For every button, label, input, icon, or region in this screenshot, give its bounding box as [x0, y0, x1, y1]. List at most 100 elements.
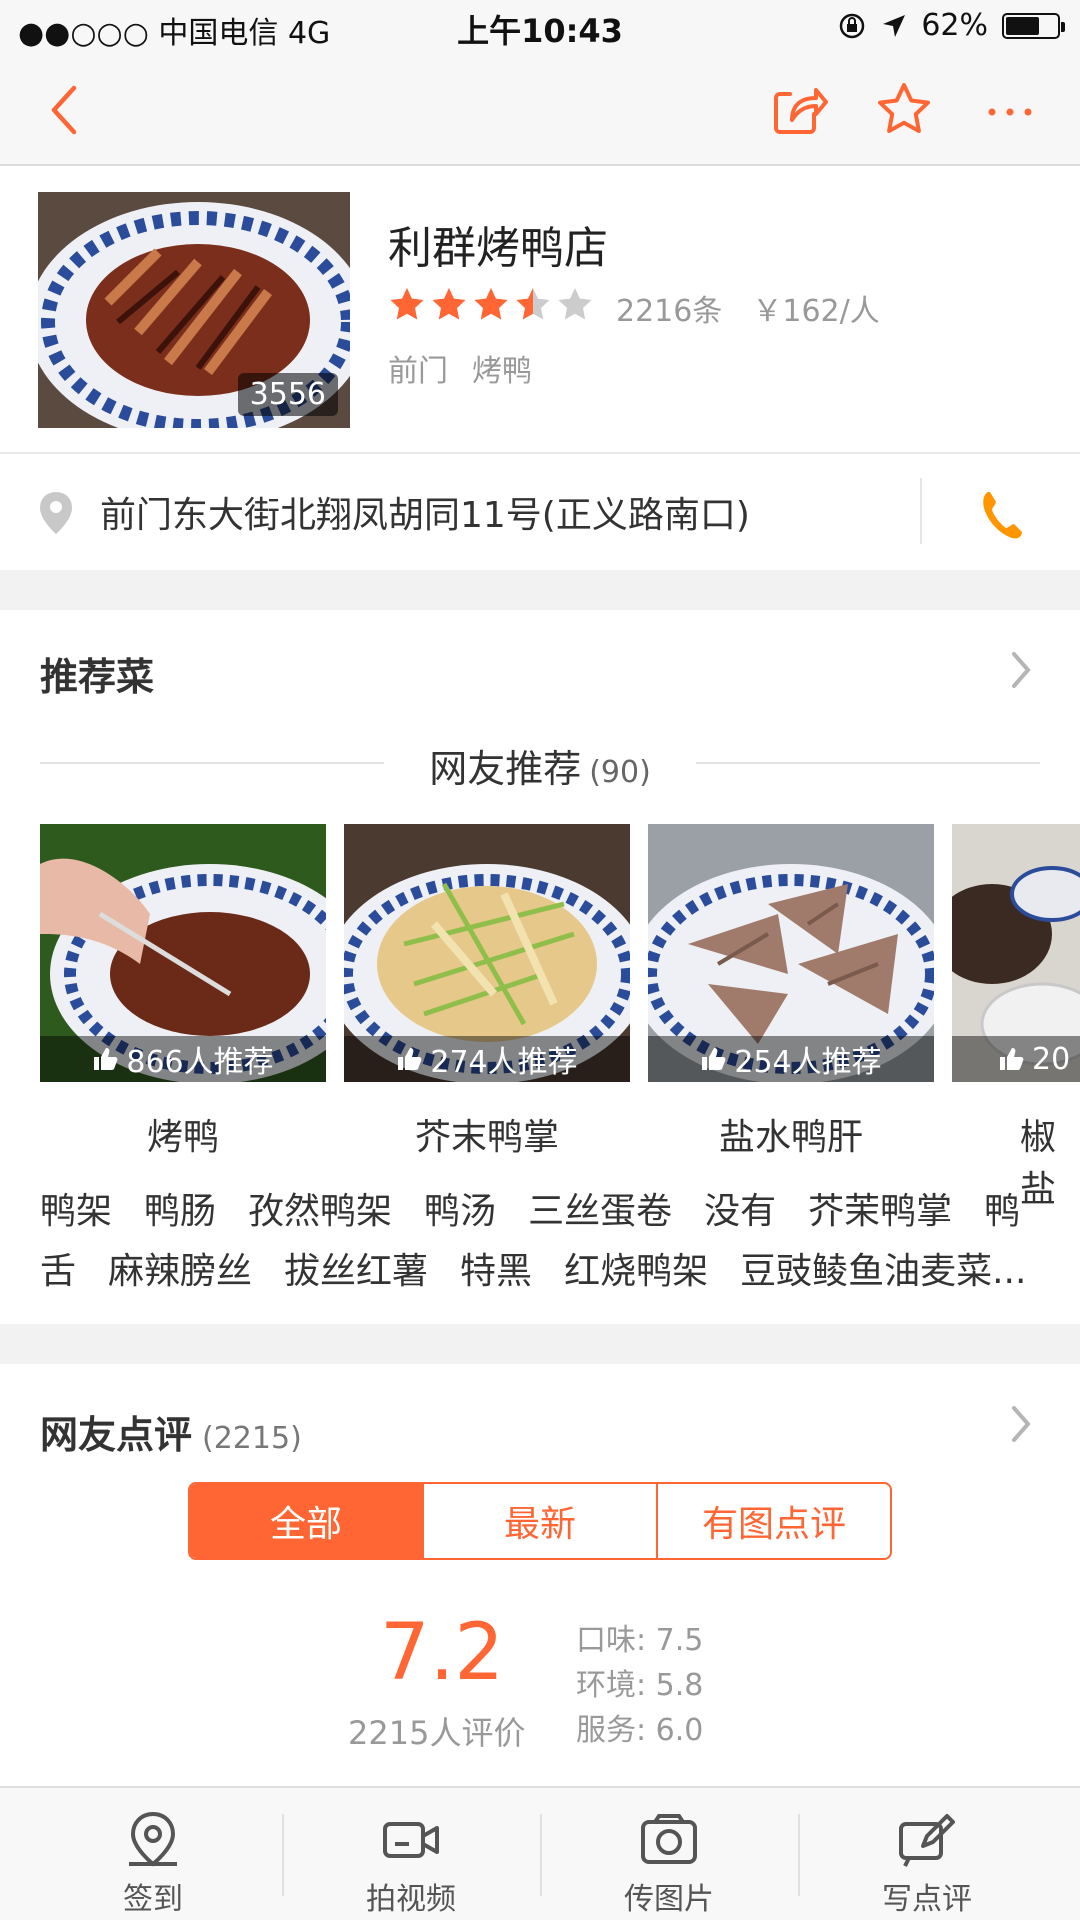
review-count: 2216条 [616, 294, 723, 329]
dish-tag[interactable]: 鸭汤 [424, 1182, 496, 1234]
video-camera-icon [383, 1822, 439, 1858]
write-review-label: 写点评 [882, 1882, 972, 1917]
shop-photo[interactable]: 3556 [38, 192, 350, 428]
checkin-button[interactable]: 签到 [24, 1788, 282, 1920]
dish-tag[interactable]: 红烧鸭架 [564, 1242, 708, 1294]
dish-card[interactable]: 254人推荐 [648, 824, 934, 1082]
share-icon[interactable] [770, 80, 830, 140]
like-count: 254人推荐 [734, 1045, 882, 1080]
dish-tag[interactable]: 拔丝红薯 [284, 1242, 428, 1294]
rater-count: 2215人评价 [348, 1714, 526, 1752]
record-video-label: 拍视频 [366, 1882, 456, 1917]
nav-bar [0, 54, 1080, 166]
avg-price: ￥162/人 [752, 294, 880, 329]
thumbs-up-icon [702, 1048, 726, 1070]
dish-tag[interactable]: 豆豉鲮鱼油麦菜... [740, 1242, 1026, 1294]
star-filled-icon [390, 288, 424, 320]
dish-tag[interactable]: 孜然鸭架 [248, 1182, 392, 1234]
environment-score: 环境: 5.8 [576, 1668, 704, 1703]
dish-name: 芥末鸭掌 [414, 1117, 559, 1158]
battery-percent: 62% [921, 8, 988, 43]
star-half-icon [516, 288, 550, 320]
battery-icon [1002, 12, 1065, 39]
section-gap [0, 570, 1080, 610]
filter-tab-latest[interactable]: 最新 [422, 1484, 656, 1558]
photo-camera-icon [641, 1814, 697, 1864]
dish-tag[interactable]: 没有 [704, 1182, 776, 1234]
dish-card[interactable]: 866人推荐 [40, 824, 326, 1082]
photo-count: 3556 [237, 373, 338, 416]
dish-tag[interactable]: 鸭肠 [144, 1182, 216, 1234]
dish-tag[interactable]: 舌 [40, 1242, 76, 1294]
dish-name: 烤鸭 [146, 1117, 219, 1158]
thumbs-up-icon [398, 1048, 422, 1070]
taste-score: 口味: 7.5 [576, 1623, 704, 1658]
reviews-count: (2215) [202, 1421, 302, 1456]
divider [920, 478, 922, 544]
shop-name: 利群烤鸭店 [388, 223, 608, 274]
like-bar: 20 [952, 1036, 1080, 1082]
service-score: 服务: 6.0 [576, 1713, 704, 1748]
chevron-right-icon[interactable] [1008, 1404, 1034, 1444]
like-bar: 254人推荐 [648, 1036, 934, 1082]
location-arrow-icon [883, 14, 906, 37]
star-filled-icon [432, 288, 466, 320]
star-filled-icon [474, 288, 508, 320]
star-outline-icon[interactable] [874, 80, 934, 140]
filter-tab-all[interactable]: 全部 [190, 1484, 422, 1558]
upload-photo-button[interactable]: 传图片 [540, 1788, 798, 1920]
dish-tag[interactable]: 鸭架 [40, 1182, 112, 1234]
dish-tag[interactable]: 三丝蛋卷 [528, 1182, 672, 1234]
district-tag: 前门 [388, 354, 448, 389]
dish-card[interactable]: 274人推荐 [344, 824, 630, 1082]
rotation-lock-icon [840, 13, 865, 38]
section-gap [0, 1324, 1080, 1364]
record-video-button[interactable]: 拍视频 [282, 1788, 540, 1920]
like-count: 274人推荐 [430, 1045, 578, 1080]
recommended-title[interactable]: 推荐菜 [40, 646, 154, 701]
user-recommend-heading: 网友推荐 (90) [0, 738, 1080, 793]
dish-card[interactable]: 20 [952, 824, 1080, 1082]
user-recommend-label: 网友推荐 [429, 747, 582, 791]
phone-icon[interactable] [980, 488, 1024, 540]
thumbs-up-icon [94, 1048, 118, 1070]
review-filter-tabs: 全部 最新 有图点评 [188, 1482, 892, 1560]
like-count: 20 [1032, 1041, 1071, 1077]
bottom-toolbar: 签到 拍视频 传图片 写点评 [0, 1786, 1080, 1920]
rating-info: 2216条 ￥162/人 [616, 286, 880, 330]
like-bar: 274人推荐 [344, 1036, 630, 1082]
like-bar: 866人推荐 [40, 1036, 326, 1082]
location-pin-icon [40, 492, 72, 534]
category-tag: 烤鸭 [472, 354, 532, 389]
upload-photo-label: 传图片 [624, 1882, 714, 1917]
more-icon[interactable] [980, 80, 1040, 140]
status-bar: ●●○○○ 中国电信 4G 上午10:43 62% [0, 0, 1080, 54]
star-rating [388, 286, 594, 324]
status-right: 62% [837, 8, 1065, 43]
filter-tab-with-photos[interactable]: 有图点评 [656, 1484, 890, 1558]
star-empty-icon [558, 288, 592, 320]
sub-scores: 口味: 7.5 环境: 5.8 服务: 6.0 [576, 1618, 703, 1753]
address-text[interactable]: 前门东大街北翔凤胡同11号(正义路南口) [100, 486, 750, 538]
like-count: 866人推荐 [126, 1045, 274, 1080]
dish-tag[interactable]: 麻辣膀丝 [108, 1242, 252, 1294]
chevron-right-icon[interactable] [1008, 650, 1034, 690]
dish-tag-row: 舌麻辣膀丝 拔丝红薯 特黑 红烧鸭架 豆豉鲮鱼油麦菜... [40, 1242, 1026, 1294]
chevron-left-icon[interactable] [36, 80, 96, 140]
dish-tag[interactable]: 芥茉鸭掌 [808, 1182, 952, 1234]
dish-tag[interactable]: 特黑 [460, 1242, 532, 1294]
divider [0, 452, 1080, 454]
shop-tags: 前门 烤鸭 [388, 346, 532, 390]
dish-tag[interactable]: 鸭 [984, 1182, 1020, 1234]
dish-name: 盐水鸭肝 [718, 1117, 863, 1158]
thumbs-up-icon [1000, 1048, 1024, 1070]
checkin-label: 签到 [123, 1882, 183, 1917]
write-review-button[interactable]: 写点评 [798, 1788, 1056, 1920]
user-recommend-count: (90) [589, 755, 651, 790]
reviews-title: 网友点评 [40, 1413, 193, 1457]
dish-tag-row: 鸭架 鸭肠 孜然鸭架 鸭汤 三丝蛋卷 没有 芥茉鸭掌鸭 [40, 1182, 1020, 1234]
location-pin-icon [129, 1811, 177, 1867]
edit-icon [899, 1814, 955, 1867]
overall-score: 7.2 [380, 1608, 505, 1698]
reviews-heading[interactable]: 网友点评 (2215) [40, 1404, 302, 1459]
